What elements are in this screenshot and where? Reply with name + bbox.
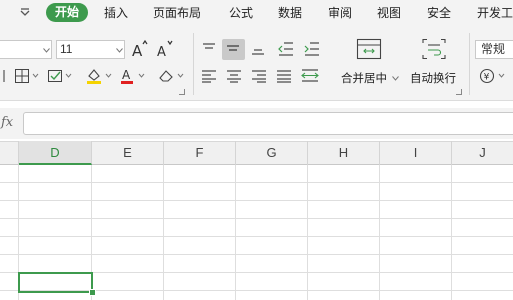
- font-name-select[interactable]: [0, 40, 52, 59]
- align-group-launcher[interactable]: [456, 89, 462, 95]
- column-line: [235, 165, 236, 300]
- row-line: [0, 236, 513, 237]
- tab-review[interactable]: 审阅: [328, 6, 352, 20]
- column-header-G[interactable]: G: [236, 141, 308, 165]
- format-icon[interactable]: [47, 68, 75, 84]
- font-size-select[interactable]: 11: [56, 40, 125, 59]
- tab-formulas[interactable]: 公式: [229, 6, 253, 20]
- align-right-icon[interactable]: [251, 69, 267, 83]
- font-color-icon[interactable]: A: [120, 67, 150, 85]
- formula-input[interactable]: [23, 112, 513, 135]
- column-header-H[interactable]: H: [308, 141, 380, 165]
- font-group-launcher[interactable]: [179, 89, 185, 95]
- column-header-I[interactable]: I: [380, 141, 452, 165]
- column-header-D[interactable]: D: [19, 141, 92, 165]
- distribute-icon[interactable]: [300, 68, 320, 84]
- currency-icon[interactable]: ¥: [478, 67, 508, 85]
- merge-center-button[interactable]: 合并居中: [341, 70, 400, 86]
- column-line: [307, 165, 308, 300]
- row-line: [0, 254, 513, 255]
- row-line: [0, 182, 513, 183]
- wrap-text-icon[interactable]: [421, 38, 447, 60]
- number-format-select[interactable]: 常规: [475, 40, 513, 59]
- tab-developer[interactable]: 开发工: [477, 6, 513, 20]
- column-line: [451, 165, 452, 300]
- divider: [193, 33, 194, 95]
- fill-color-icon[interactable]: [85, 67, 115, 85]
- column-header-C[interactable]: [0, 141, 19, 165]
- tab-security[interactable]: 安全: [427, 6, 451, 20]
- column-line: [163, 165, 164, 300]
- align-center-icon[interactable]: [226, 69, 242, 83]
- increase-indent-icon[interactable]: [303, 41, 321, 57]
- tab-home[interactable]: 开始: [46, 3, 88, 22]
- chevron-down-icon: [43, 48, 50, 53]
- fill-handle[interactable]: [89, 289, 96, 296]
- tab-insert[interactable]: 插入: [104, 6, 128, 20]
- svg-text:A: A: [132, 42, 143, 59]
- align-left-icon[interactable]: [201, 69, 217, 83]
- row-line: [0, 218, 513, 219]
- align-middle-icon: [227, 45, 239, 51]
- menu-bar: 开始 插入 页面布局 公式 数据 审阅 视图 安全 开发工: [0, 0, 513, 27]
- ribbon: 11 A A A 合并居中 自动换行 常规 ¥: [0, 27, 513, 101]
- selected-cell[interactable]: [18, 272, 93, 293]
- number-format-value: 常规: [481, 42, 506, 56]
- merge-center-label: 合并居中: [341, 73, 387, 85]
- decrease-font-icon[interactable]: A: [156, 39, 174, 59]
- chevron-down-icon: [392, 76, 400, 82]
- wrap-text-button[interactable]: 自动换行: [410, 70, 456, 86]
- align-bottom-icon[interactable]: [250, 42, 266, 56]
- strike-edge-icon: [3, 70, 5, 82]
- row-line: [0, 200, 513, 201]
- decrease-indent-icon[interactable]: [277, 41, 295, 57]
- tab-page-layout[interactable]: 页面布局: [153, 6, 201, 20]
- align-top-icon[interactable]: [201, 42, 217, 56]
- column-header-F[interactable]: F: [164, 141, 236, 165]
- column-header-J[interactable]: J: [452, 141, 513, 165]
- clear-icon[interactable]: [157, 67, 187, 85]
- tab-view[interactable]: 视图: [377, 6, 401, 20]
- fx-icon[interactable]: fx: [1, 115, 13, 130]
- divider: [469, 33, 470, 95]
- merge-cells-icon[interactable]: [356, 38, 382, 60]
- increase-font-icon[interactable]: A: [131, 39, 149, 59]
- tab-data[interactable]: 数据: [278, 6, 302, 20]
- svg-text:A: A: [157, 45, 166, 59]
- column-header-E[interactable]: E: [92, 141, 164, 165]
- svg-text:¥: ¥: [484, 73, 490, 83]
- menu-dropdown-icon[interactable]: [18, 6, 32, 20]
- border-icon[interactable]: [14, 68, 42, 84]
- justify-icon[interactable]: [276, 69, 292, 83]
- font-size-value: 11: [60, 42, 73, 56]
- column-line: [379, 165, 380, 300]
- chevron-down-icon: [116, 48, 123, 53]
- svg-text:A: A: [122, 68, 131, 82]
